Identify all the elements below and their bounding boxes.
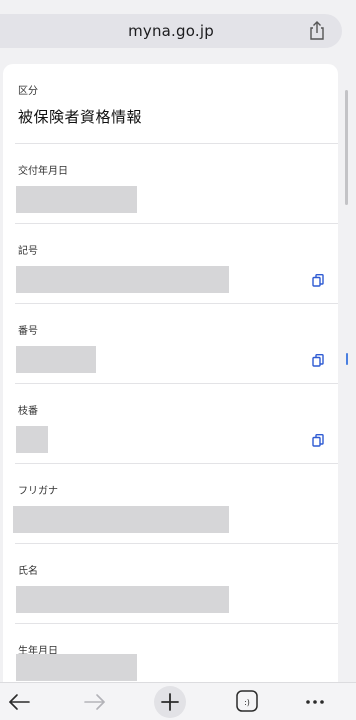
copy-icon[interactable] <box>312 274 324 287</box>
field-row-branch-number: 枝番 <box>3 384 338 464</box>
field-row-issue-date: 交付年月日 <box>3 144 338 224</box>
field-row-birth-date: 生年月日 <box>3 624 338 684</box>
redacted-value <box>16 426 48 453</box>
url-text: myna.go.jp <box>128 22 214 40</box>
redacted-value <box>13 506 229 533</box>
redacted-value <box>16 586 229 613</box>
field-value: 被保険者資格情報 <box>18 108 143 126</box>
tabs-icon[interactable]: :) <box>230 687 264 717</box>
page-indicator <box>346 353 348 365</box>
field-label: 交付年月日 <box>18 166 68 177</box>
field-row-category: 区分 被保険者資格情報 <box>3 64 338 144</box>
browser-url-bar: myna.go.jp <box>0 0 356 56</box>
tabs-glyph: :) <box>244 698 250 707</box>
address-field[interactable]: myna.go.jp <box>0 14 342 48</box>
forward-arrow-icon[interactable] <box>78 687 112 717</box>
field-row-name: 氏名 <box>3 544 338 624</box>
browser-toolbar: :) <box>0 682 356 720</box>
field-row-furigana: フリガナ <box>3 464 338 544</box>
redacted-value <box>16 186 137 213</box>
field-row-symbol: 記号 <box>3 224 338 304</box>
field-label: 記号 <box>18 246 38 257</box>
copy-icon[interactable] <box>312 354 324 367</box>
redacted-value <box>16 346 96 373</box>
field-label: 番号 <box>18 326 38 337</box>
insurance-info-card: 区分 被保険者資格情報 交付年月日 記号 番号 枝番 フリガナ 氏名 生年月日 <box>3 64 338 684</box>
share-icon[interactable] <box>308 21 326 41</box>
redacted-value <box>16 266 229 293</box>
field-label: 枝番 <box>18 406 38 417</box>
redacted-value <box>16 654 137 681</box>
back-arrow-icon[interactable] <box>2 687 36 717</box>
more-dots-icon[interactable] <box>298 687 332 717</box>
scrollbar[interactable] <box>345 90 348 205</box>
plus-icon[interactable] <box>153 685 187 719</box>
field-label: 区分 <box>18 86 38 97</box>
field-label: フリガナ <box>18 486 58 497</box>
copy-icon[interactable] <box>312 434 324 447</box>
field-label: 氏名 <box>18 566 38 577</box>
field-row-number: 番号 <box>3 304 338 384</box>
